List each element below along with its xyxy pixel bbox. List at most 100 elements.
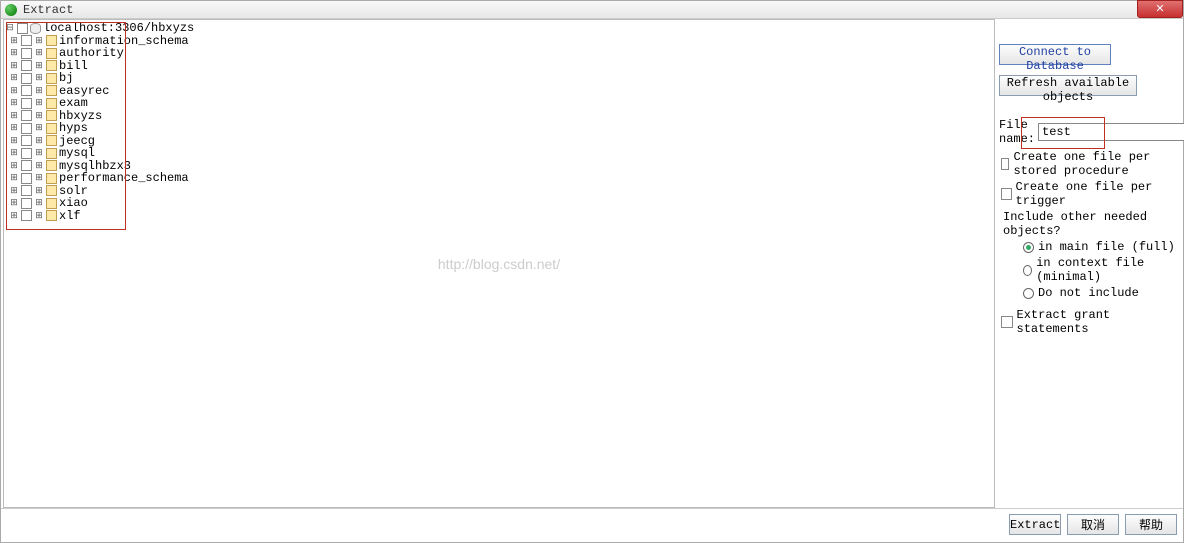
options-panel: Connect to Database Refresh available ob… (997, 19, 1183, 508)
expander-icon[interactable]: ⊞ (33, 122, 45, 134)
chk-stored-proc-label: Create one file per stored procedure (1013, 150, 1181, 178)
expander-icon[interactable]: ⊞ (33, 160, 45, 172)
expander-icon[interactable]: ⊞ (8, 72, 20, 84)
database-tree: ⊟ localhost:3306/hbxyzs ⊞⊞information_sc… (4, 20, 994, 222)
close-icon: ✕ (1155, 2, 1164, 16)
extract-button[interactable]: Extract (1009, 514, 1061, 535)
tree-item[interactable]: ⊞⊞bill (4, 60, 994, 73)
schema-icon (46, 48, 57, 59)
tree-checkbox[interactable] (21, 60, 32, 71)
expander-icon[interactable]: ⊞ (33, 172, 45, 184)
file-name-input[interactable] (1038, 123, 1184, 141)
tree-checkbox[interactable] (21, 98, 32, 109)
tree-item[interactable]: ⊞⊞authority (4, 47, 994, 60)
expander-icon[interactable]: ⊞ (33, 97, 45, 109)
expander-icon[interactable]: ⊞ (8, 110, 20, 122)
schema-icon (46, 185, 57, 196)
expander-icon[interactable]: ⊞ (8, 160, 20, 172)
schema-icon (46, 123, 57, 134)
tree-checkbox[interactable] (21, 185, 32, 196)
tree-checkbox[interactable] (21, 135, 32, 146)
title-bar: Extract ✕ (1, 1, 1183, 19)
tree-item[interactable]: ⊞⊞solr (4, 185, 994, 198)
tree-checkbox[interactable] (21, 148, 32, 159)
expander-icon[interactable]: ⊞ (33, 110, 45, 122)
expander-icon[interactable]: ⊞ (33, 35, 45, 47)
tree-checkbox[interactable] (21, 85, 32, 96)
expander-icon[interactable]: ⊞ (8, 147, 20, 159)
expander-icon[interactable]: ⊞ (33, 185, 45, 197)
expander-icon[interactable]: ⊞ (8, 47, 20, 59)
expander-icon[interactable]: ⊞ (33, 210, 45, 222)
database-icon (30, 23, 41, 34)
expander-icon[interactable]: ⊟ (4, 22, 16, 34)
expander-icon[interactable]: ⊞ (33, 72, 45, 84)
tree-item[interactable]: ⊞ ⊞ hyps (4, 122, 994, 135)
tree-item[interactable]: ⊞⊞performance_schema (4, 172, 994, 185)
tree-item[interactable]: ⊞⊞jeecg (4, 135, 994, 148)
tree-checkbox[interactable] (21, 123, 32, 134)
root-checkbox[interactable] (17, 23, 28, 34)
chk-trigger-row[interactable]: Create one file per trigger (999, 180, 1181, 208)
expander-icon[interactable]: ⊞ (33, 197, 45, 209)
tree-item[interactable]: ⊞⊞mysql (4, 147, 994, 160)
chk-trigger-label: Create one file per trigger (1016, 180, 1181, 208)
tree-item-label: hyps (59, 122, 88, 135)
expander-icon[interactable]: ⊞ (8, 210, 20, 222)
help-button[interactable]: 帮助 (1125, 514, 1177, 535)
close-button[interactable]: ✕ (1137, 0, 1183, 18)
tree-root[interactable]: ⊟ localhost:3306/hbxyzs (4, 22, 994, 35)
expander-icon[interactable]: ⊞ (8, 97, 20, 109)
expander-icon[interactable]: ⊞ (8, 60, 20, 72)
rad-main[interactable] (1023, 242, 1034, 253)
expander-icon[interactable]: ⊞ (33, 147, 45, 159)
schema-icon (46, 210, 57, 221)
expander-icon[interactable]: ⊞ (8, 197, 20, 209)
chk-trigger[interactable] (1001, 188, 1012, 200)
tree-item[interactable]: ⊞⊞xiao (4, 197, 994, 210)
schema-icon (46, 98, 57, 109)
expander-icon[interactable]: ⊞ (8, 185, 20, 197)
tree-item[interactable]: ⊞⊞easyrec (4, 85, 994, 98)
schema-icon (46, 35, 57, 46)
expander-icon[interactable]: ⊞ (8, 35, 20, 47)
expander-icon[interactable]: ⊞ (8, 85, 20, 97)
refresh-objects-button[interactable]: Refresh available objects (999, 75, 1137, 96)
expander-icon[interactable]: ⊞ (33, 60, 45, 72)
tree-checkbox[interactable] (21, 160, 32, 171)
tree-checkbox[interactable] (21, 210, 32, 221)
tree-item[interactable]: ⊞ ⊞ bj (4, 72, 994, 85)
connect-database-button[interactable]: Connect to Database (999, 44, 1111, 65)
tree-panel: ⊟ localhost:3306/hbxyzs ⊞⊞information_sc… (3, 19, 995, 508)
tree-checkbox[interactable] (21, 173, 32, 184)
chk-grant-row[interactable]: Extract grant statements (999, 308, 1181, 336)
tree-item[interactable]: ⊞⊞information_schema (4, 35, 994, 48)
expander-icon[interactable]: ⊞ (8, 122, 20, 134)
rad-context-row[interactable]: in context file (minimal) (999, 256, 1181, 284)
tree-checkbox[interactable] (21, 198, 32, 209)
rad-context[interactable] (1023, 265, 1032, 276)
tree-checkbox[interactable] (21, 48, 32, 59)
rad-none[interactable] (1023, 288, 1034, 299)
tree-checkbox[interactable] (21, 35, 32, 46)
expander-icon[interactable]: ⊞ (33, 135, 45, 147)
chk-stored-proc[interactable] (1001, 158, 1009, 170)
tree-item[interactable]: ⊞⊞xlf (4, 210, 994, 223)
rad-main-row[interactable]: in main file (full) (999, 240, 1181, 254)
tree-checkbox[interactable] (21, 73, 32, 84)
schema-icon (46, 60, 57, 71)
chk-stored-proc-row[interactable]: Create one file per stored procedure (999, 150, 1181, 178)
expander-icon[interactable]: ⊞ (33, 85, 45, 97)
schema-icon (46, 73, 57, 84)
tree-item[interactable]: ⊞⊞hbxyzs (4, 110, 994, 123)
chk-grant[interactable] (1001, 316, 1013, 328)
tree-checkbox[interactable] (21, 110, 32, 121)
cancel-button[interactable]: 取消 (1067, 514, 1119, 535)
rad-none-row[interactable]: Do not include (999, 286, 1181, 300)
expander-icon[interactable]: ⊞ (33, 47, 45, 59)
expander-icon[interactable]: ⊞ (8, 135, 20, 147)
expander-icon[interactable]: ⊞ (8, 172, 20, 184)
tree-item-label: bj (59, 72, 73, 85)
tree-item[interactable]: ⊞⊞exam (4, 97, 994, 110)
chk-grant-label: Extract grant statements (1017, 308, 1181, 336)
